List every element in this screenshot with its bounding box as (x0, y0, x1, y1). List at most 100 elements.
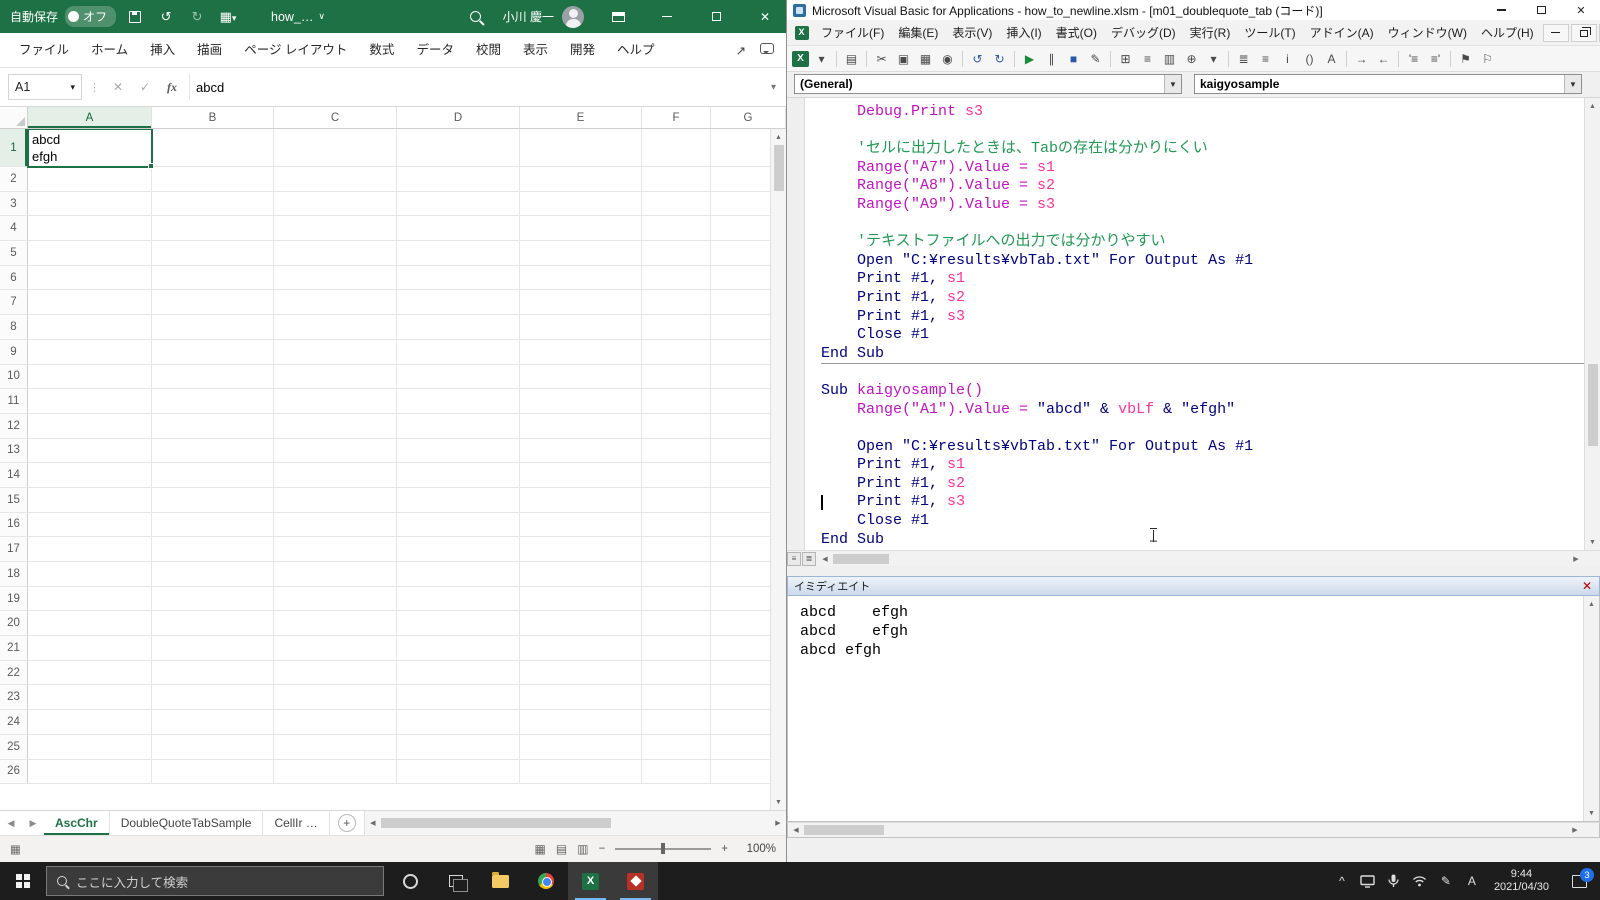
menu-item[interactable]: ヘルプ(H) (1474, 21, 1541, 44)
comment-block-icon[interactable]: '≡ (1403, 49, 1424, 69)
chrome-button[interactable] (523, 862, 568, 900)
cell-C24[interactable] (274, 710, 397, 735)
ribbon-display-options-button[interactable] (597, 0, 639, 33)
redo-icon[interactable]: ↻ (989, 49, 1010, 69)
cell-A15[interactable] (28, 488, 152, 513)
scroll-down-icon[interactable]: ▼ (1584, 805, 1600, 821)
expand-formula-bar-icon[interactable]: ▾ (771, 82, 778, 93)
cell-D5[interactable] (397, 241, 520, 266)
toolbar-options-icon[interactable]: ▾ (1203, 49, 1224, 69)
cell-E5[interactable] (520, 241, 642, 266)
scroll-up-icon[interactable]: ▲ (1584, 596, 1600, 612)
cell-F26[interactable] (642, 760, 711, 785)
cell-F9[interactable] (642, 340, 711, 365)
cell-D16[interactable] (397, 513, 520, 538)
uncomment-block-icon[interactable]: ≡' (1425, 49, 1446, 69)
ribbon-tab[interactable]: 描画 (186, 33, 233, 68)
cell-A18[interactable] (28, 562, 152, 587)
cell-E1[interactable] (520, 129, 642, 167)
cell-F2[interactable] (642, 167, 711, 192)
action-center-button[interactable]: 3 (1558, 862, 1600, 900)
menu-item[interactable]: 編集(E) (891, 21, 945, 44)
row-header-2[interactable]: 2 (0, 167, 28, 192)
cell-F12[interactable] (642, 414, 711, 439)
cell-A26[interactable] (28, 760, 152, 785)
close-button[interactable]: ✕ (744, 0, 786, 33)
cell-A6[interactable] (28, 266, 152, 291)
menu-item[interactable]: デバッグ(D) (1104, 21, 1183, 44)
row-header-26[interactable]: 26 (0, 760, 28, 785)
cell-F19[interactable] (642, 587, 711, 612)
cell-D9[interactable] (397, 340, 520, 365)
cell-A11[interactable] (28, 389, 152, 414)
scroll-right-icon[interactable]: ▶ (770, 815, 786, 831)
zoom-slider-thumb[interactable] (661, 843, 665, 854)
confirm-entry-icon[interactable]: ✓ (135, 80, 155, 94)
column-header-D[interactable]: D (397, 107, 520, 128)
network-tray-icon[interactable] (1407, 862, 1433, 900)
quick-info-icon[interactable]: i (1277, 49, 1298, 69)
cell-E21[interactable] (520, 636, 642, 661)
row-header-6[interactable]: 6 (0, 266, 28, 291)
cell-D3[interactable] (397, 192, 520, 217)
save-icon[interactable]: ▤ (841, 49, 862, 69)
cell-E16[interactable] (520, 513, 642, 538)
cell-A1[interactable]: abcdefgh (28, 129, 152, 167)
cell-C19[interactable] (274, 587, 397, 612)
cell-F21[interactable] (642, 636, 711, 661)
child-minimize-button[interactable] (1543, 24, 1569, 42)
cell-E12[interactable] (520, 414, 642, 439)
cell-E25[interactable] (520, 735, 642, 760)
cell-B22[interactable] (152, 661, 274, 686)
menu-item[interactable]: 表示(V) (945, 21, 999, 44)
cell-A4[interactable] (28, 216, 152, 241)
ribbon-tab[interactable]: ヘルプ (606, 33, 666, 68)
ribbon-tab[interactable]: 数式 (358, 33, 405, 68)
cell-B9[interactable] (152, 340, 274, 365)
cell-B20[interactable] (152, 611, 274, 636)
cell-F7[interactable] (642, 290, 711, 315)
scroll-left-icon[interactable]: ◀ (817, 551, 833, 567)
column-header-G[interactable]: G (711, 107, 786, 128)
save-icon[interactable] (129, 11, 141, 23)
row-header-24[interactable]: 24 (0, 710, 28, 735)
cell-A2[interactable] (28, 167, 152, 192)
cell-D18[interactable] (397, 562, 520, 587)
view-excel-icon[interactable]: X (792, 51, 809, 67)
cell-C9[interactable] (274, 340, 397, 365)
cell-A5[interactable] (28, 241, 152, 266)
toggle-bookmark-icon[interactable]: ⚑ (1455, 49, 1476, 69)
immediate-horizontal-scrollbar[interactable]: ◀ ▶ (787, 822, 1600, 838)
cell-E19[interactable] (520, 587, 642, 612)
cell-D11[interactable] (397, 389, 520, 414)
row-header-1[interactable]: 1 (0, 129, 28, 167)
cell-A9[interactable] (28, 340, 152, 365)
list-constants-icon[interactable]: ≡ (1255, 49, 1276, 69)
cell-A3[interactable] (28, 192, 152, 217)
cell-A25[interactable] (28, 735, 152, 760)
child-restore-button[interactable] (1571, 24, 1597, 42)
cell-B13[interactable] (152, 439, 274, 464)
cell-D19[interactable] (397, 587, 520, 612)
cell-D24[interactable] (397, 710, 520, 735)
cell-E11[interactable] (520, 389, 642, 414)
row-header-22[interactable]: 22 (0, 661, 28, 686)
cell-D2[interactable] (397, 167, 520, 192)
cell-C5[interactable] (274, 241, 397, 266)
name-box[interactable]: A1▾ (8, 74, 82, 100)
file-explorer-button[interactable] (478, 862, 523, 900)
cell-A21[interactable] (28, 636, 152, 661)
reset-icon[interactable]: ■ (1063, 49, 1084, 69)
cell-B14[interactable] (152, 463, 274, 488)
cell-B23[interactable] (152, 685, 274, 710)
outdent-icon[interactable]: ← (1373, 49, 1394, 69)
start-button[interactable] (0, 862, 46, 900)
cell-F15[interactable] (642, 488, 711, 513)
cell-C7[interactable] (274, 290, 397, 315)
cell-F18[interactable] (642, 562, 711, 587)
cell-F10[interactable] (642, 365, 711, 390)
cell-E2[interactable] (520, 167, 642, 192)
cell-F16[interactable] (642, 513, 711, 538)
cell-B15[interactable] (152, 488, 274, 513)
cell-D25[interactable] (397, 735, 520, 760)
